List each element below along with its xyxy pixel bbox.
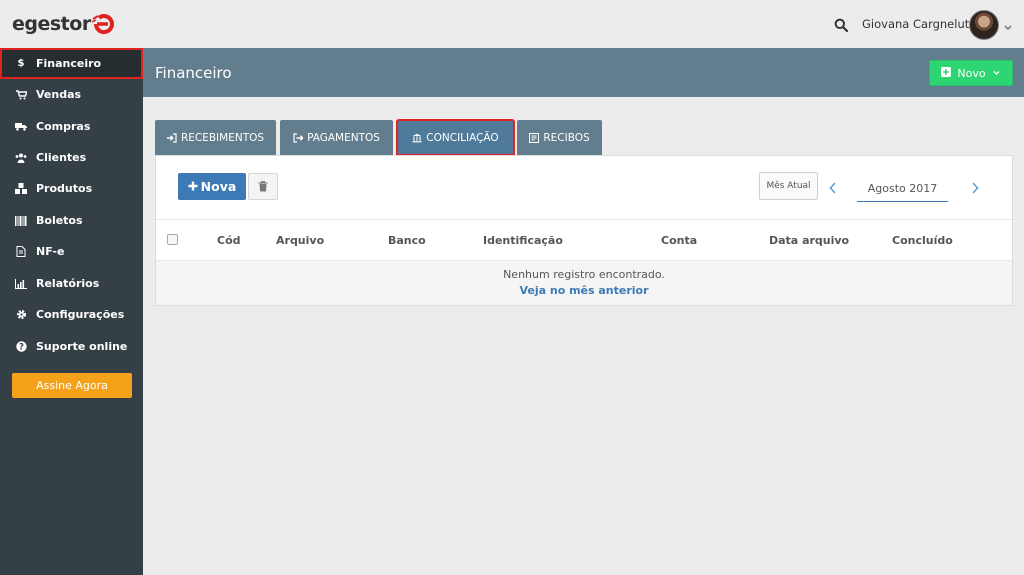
tab-label: RECIBOS (543, 131, 590, 144)
sign-in-icon (166, 132, 177, 143)
sidebar-item-label: Boletos (36, 214, 83, 227)
new-conciliation-button[interactable]: Nova (178, 173, 246, 200)
tab-label: RECEBIMENTOS (180, 131, 265, 144)
empty-table-row: Nenhum registro encontrado. Veja no mês … (156, 261, 1012, 305)
column-header-data-arquivo[interactable]: Data arquivo (769, 234, 849, 247)
subscribe-now-button[interactable]: Assine Agora (12, 373, 132, 398)
plus-square-icon (941, 66, 952, 80)
users-icon (15, 152, 27, 164)
tab-recebimentos[interactable]: RECEBIMENTOS (155, 120, 276, 155)
column-header-identificacao[interactable]: Identificação (483, 234, 563, 247)
page-header: Financeiro Novo (143, 48, 1024, 97)
top-bar: egestor Giovana Cargnelutti (0, 0, 1024, 48)
column-header-banco[interactable]: Banco (388, 234, 426, 247)
sidebar-item-label: Produtos (36, 182, 93, 195)
sign-out-icon (293, 132, 304, 143)
search-icon[interactable] (834, 17, 849, 33)
tab-recibos[interactable]: RECIBOS (517, 120, 602, 155)
sidebar-item-label: Compras (36, 120, 91, 133)
sidebar-item-label: NF-e (36, 245, 65, 258)
sidebar-item-financeiro[interactable]: $ Financeiro (0, 48, 143, 79)
chevron-down-icon (992, 67, 1001, 80)
sidebar-item-vendas[interactable]: Vendas (0, 79, 143, 110)
logo-text: egestor (12, 13, 91, 35)
column-header-cod[interactable]: Cód (217, 234, 241, 247)
bank-icon (412, 133, 422, 143)
sidebar-item-configuracoes[interactable]: Configurações (0, 299, 143, 330)
truck-icon (15, 121, 27, 133)
conciliation-panel: Nova Mês Atual Agosto 2017 Cód Arquivo B… (155, 155, 1013, 306)
user-name[interactable]: Giovana Cargnelutti (862, 17, 977, 31)
previous-month-link[interactable]: Veja no mês anterior (156, 284, 1012, 297)
page-title: Financeiro (155, 64, 232, 82)
table-header: Cód Arquivo Banco Identificação Conta Da… (156, 219, 1012, 261)
select-all-checkbox[interactable] (167, 234, 178, 245)
tab-pagamentos[interactable]: PAGAMENTOS (280, 120, 393, 155)
sidebar-item-clientes[interactable]: Clientes (0, 142, 143, 173)
avatar[interactable] (969, 10, 999, 40)
cubes-icon (15, 183, 27, 195)
column-header-conta[interactable]: Conta (661, 234, 697, 247)
nova-button-label: Nova (200, 179, 237, 194)
sidebar-item-boletos[interactable]: Boletos (0, 205, 143, 236)
sidebar-item-label: Relatórios (36, 277, 100, 290)
bar-chart-icon (15, 278, 27, 290)
sidebar-item-produtos[interactable]: Produtos (0, 173, 143, 204)
tab-label: PAGAMENTOS (307, 131, 380, 144)
question-icon: ? (15, 341, 27, 353)
sidebar-item-label: Suporte online (36, 340, 128, 353)
trash-icon (258, 177, 268, 196)
sidebar-item-nfe[interactable]: NF-e (0, 236, 143, 267)
tab-conciliacao[interactable]: CONCILIAÇÃO (396, 119, 515, 156)
chevron-left-icon[interactable] (828, 180, 838, 194)
delete-button[interactable] (248, 173, 278, 200)
new-dropdown-button[interactable]: Novo (929, 60, 1013, 86)
tab-label: CONCILIAÇÃO (426, 131, 499, 144)
current-month-button[interactable]: Mês Atual (759, 172, 818, 200)
sidebar-item-relatorios[interactable]: Relatórios (0, 268, 143, 299)
column-header-concluido[interactable]: Concluído (892, 234, 953, 247)
sidebar-item-label: Financeiro (36, 57, 102, 70)
sidebar-item-label: Clientes (36, 151, 87, 164)
sidebar-item-suporte[interactable]: ? Suporte online (0, 331, 143, 362)
sidebar-item-label: Vendas (36, 88, 82, 101)
sidebar: $ Financeiro Vendas Compras Clientes Pro… (0, 48, 143, 575)
plus-icon (188, 179, 198, 194)
dollar-icon: $ (17, 58, 25, 69)
sidebar-item-label: Configurações (36, 308, 125, 321)
logo-mark-icon (91, 12, 116, 36)
egestor-logo[interactable]: egestor (12, 10, 116, 38)
file-icon (15, 246, 27, 258)
chevron-down-icon[interactable] (1003, 17, 1013, 30)
new-button-label: Novo (957, 66, 986, 80)
receipt-icon (529, 132, 540, 143)
sidebar-item-compras[interactable]: Compras (0, 111, 143, 142)
column-header-arquivo[interactable]: Arquivo (276, 234, 324, 247)
barcode-icon (15, 215, 27, 227)
gear-icon (15, 309, 27, 321)
chevron-right-icon[interactable] (970, 180, 980, 194)
month-field[interactable]: Agosto 2017 (857, 176, 948, 202)
empty-message: Nenhum registro encontrado. (503, 268, 665, 281)
cart-icon (15, 89, 27, 101)
svg-text:?: ? (19, 343, 24, 352)
